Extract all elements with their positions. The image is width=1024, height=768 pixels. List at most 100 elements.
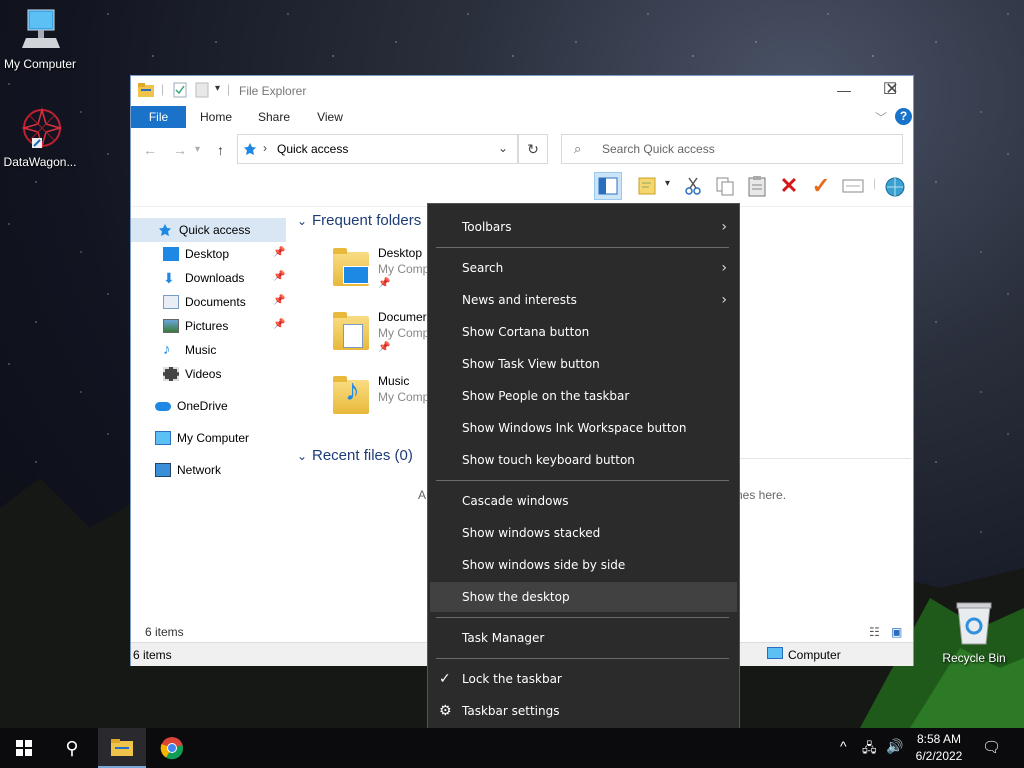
frequent-folder-location: My Comp xyxy=(378,326,430,340)
chrome-icon xyxy=(160,737,184,760)
menu-item-cascade-windows[interactable]: Cascade windows xyxy=(430,486,737,516)
recent-locations-icon[interactable]: ▾ xyxy=(195,144,200,155)
customize-quick-access-icon[interactable]: ▾ xyxy=(215,83,220,94)
pin-icon: 📌 xyxy=(273,319,286,330)
recent-empty-text-left: A xyxy=(418,488,427,502)
new-folder-quick-icon[interactable] xyxy=(195,82,209,98)
menu-item-show-cortana[interactable]: Show Cortana button xyxy=(430,317,737,347)
back-button[interactable]: ← xyxy=(143,142,157,158)
menu-item-taskbar-settings[interactable]: ⚙ Taskbar settings xyxy=(430,696,737,726)
gear-icon: ⚙ xyxy=(439,703,452,719)
search-button[interactable]: ⚲ xyxy=(48,728,96,768)
cut-button[interactable] xyxy=(679,172,707,200)
menu-item-show-task-view[interactable]: Show Task View button xyxy=(430,349,737,379)
address-dropdown-icon[interactable]: ⌄ xyxy=(498,141,508,155)
music-icon: ♪ xyxy=(163,341,171,358)
note-dropdown-icon[interactable]: ▾ xyxy=(665,178,670,189)
preview-pane-button[interactable] xyxy=(594,172,622,200)
desktop-icon-datawagon[interactable]: DataWagon... xyxy=(0,106,80,169)
frequent-folders-header[interactable]: Frequent folders xyxy=(312,212,421,229)
menu-item-news-and-interests[interactable]: News and interests › xyxy=(430,285,737,315)
show-hidden-icons-chevron[interactable]: ^ xyxy=(840,738,847,754)
confirm-button[interactable]: ✓ xyxy=(807,172,835,200)
pin-icon: 📌 xyxy=(378,278,391,289)
sidebar-item-music[interactable]: ♪ Music xyxy=(163,338,216,362)
up-button[interactable]: ↑ xyxy=(217,142,224,158)
details-view-icon[interactable]: ☷ xyxy=(869,625,880,639)
large-icons-view-icon[interactable]: ▣ xyxy=(891,625,902,639)
red-x-icon: ✕ xyxy=(779,173,799,198)
taskbar-chrome[interactable] xyxy=(148,728,196,768)
menu-item-show-desktop[interactable]: Show the desktop xyxy=(430,582,737,612)
menu-item-lock-taskbar[interactable]: ✓ Lock the taskbar xyxy=(430,664,737,694)
properties-quick-icon[interactable] xyxy=(173,82,187,98)
recycle-bin-icon xyxy=(956,602,992,645)
window-title: File Explorer xyxy=(239,84,307,98)
orange-check-icon: ✓ xyxy=(811,173,831,198)
frequent-folder-name[interactable]: Documer xyxy=(378,310,427,324)
frequent-folder-name[interactable]: Desktop xyxy=(378,246,422,260)
sidebar-item-network[interactable]: Network xyxy=(155,458,221,482)
clock-time: 8:58 AM xyxy=(916,732,962,746)
taskbar-file-explorer[interactable] xyxy=(98,728,146,768)
sidebar-item-videos[interactable]: Videos xyxy=(163,362,221,386)
desktop-icon-my-computer[interactable]: My Computer xyxy=(0,8,80,71)
volume-icon[interactable]: 🔊 xyxy=(886,738,903,755)
clock[interactable]: 8:58 AM 6/2/2022 xyxy=(910,731,968,765)
menu-item-show-touch-keyboard[interactable]: Show touch keyboard button xyxy=(430,445,737,475)
chevron-right-icon: › xyxy=(721,219,727,235)
help-icon[interactable]: ? xyxy=(895,108,912,125)
videos-icon xyxy=(163,367,179,381)
globe-button[interactable] xyxy=(881,172,909,200)
music-note-overlay-icon: ♪ xyxy=(345,374,360,407)
sidebar-item-pictures[interactable]: Pictures xyxy=(163,314,228,338)
tab-view[interactable]: View xyxy=(307,106,353,128)
close-button[interactable]: ✕ xyxy=(869,76,915,104)
collapse-recent-icon[interactable]: ⌄ xyxy=(297,449,307,463)
forward-button[interactable]: → xyxy=(173,142,187,158)
delete-button[interactable]: ✕ xyxy=(775,172,803,200)
note-button[interactable] xyxy=(633,172,661,200)
network-icon[interactable]: 🖧 xyxy=(862,739,877,761)
sidebar-item-downloads[interactable]: ⬇ Downloads xyxy=(163,266,244,290)
start-button[interactable] xyxy=(0,728,48,768)
clock-date: 6/2/2022 xyxy=(915,749,963,763)
sidebar-item-desktop[interactable]: Desktop xyxy=(163,242,229,266)
menu-item-show-ink-workspace[interactable]: Show Windows Ink Workspace button xyxy=(430,413,737,443)
computer-icon xyxy=(22,9,60,48)
title-bar[interactable]: | ▾ | File Explorer — ☐ xyxy=(131,76,913,104)
sidebar-item-quick-access[interactable]: Quick access xyxy=(157,218,250,242)
frequent-folder-name[interactable]: Music xyxy=(378,374,409,388)
paste-button[interactable] xyxy=(743,172,771,200)
breadcrumb-chevron-icon: › xyxy=(263,141,267,155)
menu-item-toolbars[interactable]: Toolbars › xyxy=(430,212,737,242)
scissors-icon xyxy=(685,177,701,195)
shell-globe-icon xyxy=(885,177,905,197)
tab-share[interactable]: Share xyxy=(251,106,297,128)
menu-item-task-manager[interactable]: Task Manager xyxy=(430,623,737,653)
tab-home[interactable]: Home xyxy=(193,106,239,128)
taskbar[interactable]: ⚲ ^ 🖧 🔊 8:58 AM 6/2/2022 🗨 xyxy=(0,728,1024,768)
menu-separator xyxy=(436,617,729,618)
search-icon: ⚲ xyxy=(65,737,79,758)
sidebar-item-onedrive[interactable]: OneDrive xyxy=(155,394,228,418)
collapse-frequent-icon[interactable]: ⌄ xyxy=(297,214,307,228)
minimize-button[interactable]: — xyxy=(821,76,867,104)
menu-item-windows-side-by-side[interactable]: Show windows side by side xyxy=(430,550,737,580)
sidebar-item-my-computer[interactable]: My Computer xyxy=(155,426,249,450)
cloud-icon xyxy=(155,401,171,411)
search-box[interactable]: ⌕ Search Quick access xyxy=(561,134,903,164)
menu-item-show-people[interactable]: Show People on the taskbar xyxy=(430,381,737,411)
rename-button[interactable] xyxy=(839,172,867,200)
sidebar-item-documents[interactable]: Documents xyxy=(163,290,246,314)
ribbon-expand-icon[interactable]: ﹀ xyxy=(875,109,887,126)
refresh-button[interactable]: ↻ xyxy=(518,134,548,164)
notifications-icon[interactable]: 🗨 xyxy=(982,738,1001,756)
menu-item-windows-stacked[interactable]: Show windows stacked xyxy=(430,518,737,548)
tab-file[interactable]: File xyxy=(131,106,186,128)
address-bar[interactable]: › Quick access ⌄ xyxy=(237,134,518,164)
recent-files-header[interactable]: Recent files (0) xyxy=(312,447,413,464)
menu-item-search[interactable]: Search › xyxy=(430,253,737,283)
copy-button[interactable] xyxy=(711,172,739,200)
desktop-icon-recycle-bin[interactable]: Recycle Bin xyxy=(934,600,1014,665)
